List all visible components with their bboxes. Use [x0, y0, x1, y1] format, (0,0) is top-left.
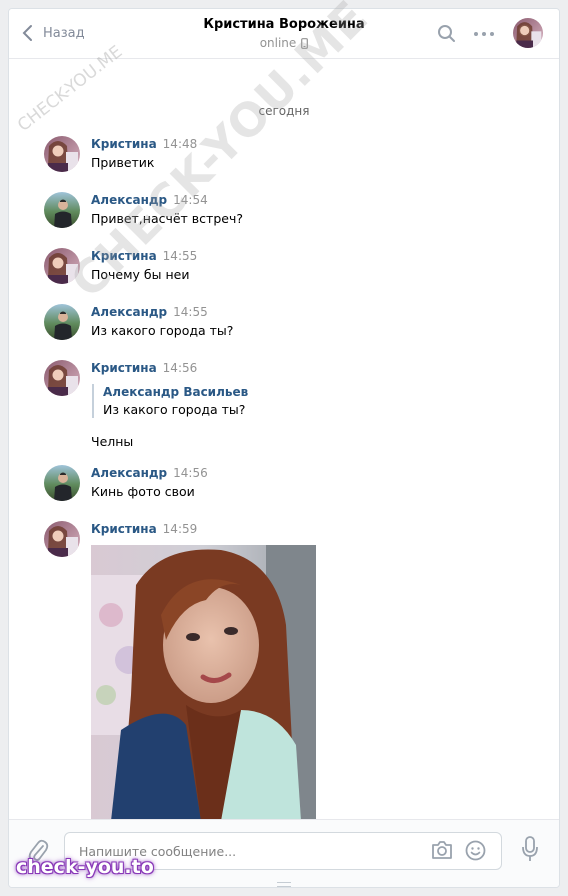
message-feed[interactable]: сегодня Кристина 14:48 Приветик Александр…	[9, 59, 559, 819]
attach-icon[interactable]	[27, 838, 49, 864]
online-status: online	[260, 36, 309, 50]
date-separator: сегодня	[258, 104, 310, 118]
message-time: 14:56	[173, 466, 208, 480]
more-icon[interactable]	[473, 25, 495, 43]
microphone-icon[interactable]	[521, 836, 539, 862]
message-author[interactable]: Александр	[91, 305, 167, 319]
chat-header: Назад Кристина Ворожеина online	[9, 9, 559, 59]
avatar[interactable]	[44, 304, 80, 340]
status-text: online	[259, 36, 297, 50]
message-time: 14:55	[173, 305, 208, 319]
message-item[interactable]: Александр 14:55 Из какого города ты?	[44, 304, 514, 340]
message-author[interactable]: Кристина	[91, 249, 157, 263]
phone-icon	[301, 37, 309, 49]
message-text: Челны	[91, 434, 134, 449]
avatar[interactable]	[44, 465, 80, 501]
message-text: Почему бы неи	[91, 267, 190, 282]
quote-author[interactable]: Александр Васильев	[103, 384, 514, 400]
camera-icon[interactable]	[431, 840, 453, 860]
message-time: 14:54	[173, 193, 208, 207]
message-item[interactable]: Кристина 14:56 Александр Васильев Из како…	[44, 360, 514, 450]
message-author[interactable]: Александр	[91, 466, 167, 480]
message-item[interactable]: Александр 14:54 Привет,насчёт встреч?	[44, 192, 514, 228]
message-author[interactable]: Кристина	[91, 522, 157, 536]
search-icon[interactable]	[437, 24, 456, 43]
message-time: 14:56	[162, 361, 198, 375]
message-text: Кинь фото свои	[91, 484, 195, 499]
message-item[interactable]: Александр 14:56 Кинь фото свои	[44, 465, 514, 501]
photo-attachment[interactable]	[91, 545, 316, 819]
resize-grip[interactable]	[277, 882, 291, 887]
message-item[interactable]: Кристина 14:55 Почему бы неи	[44, 248, 514, 284]
message-text: Привет,насчёт встреч?	[91, 211, 243, 226]
quote-text: Из какого города ты?	[103, 402, 246, 417]
message-author[interactable]: Кристина	[91, 137, 157, 151]
message-author[interactable]: Александр	[91, 193, 167, 207]
message-text: Приветик	[91, 155, 155, 170]
message-text: Из какого города ты?	[91, 323, 234, 338]
chat-window: Назад Кристина Ворожеина online сегодня …	[8, 8, 560, 888]
message-time: 14:48	[162, 137, 198, 151]
message-composer	[9, 819, 559, 887]
avatar[interactable]	[44, 136, 80, 172]
message-time: 14:59	[162, 522, 198, 536]
message-time: 14:55	[162, 249, 198, 263]
avatar[interactable]	[44, 360, 80, 396]
header-avatar[interactable]	[513, 18, 543, 48]
message-item[interactable]: Кристина 14:48 Приветик	[44, 136, 514, 172]
forwarded-quote[interactable]: Александр Васильев Из какого города ты?	[92, 384, 514, 418]
emoji-icon[interactable]	[465, 840, 486, 861]
avatar[interactable]	[44, 248, 80, 284]
message-input[interactable]	[79, 843, 411, 859]
message-item[interactable]: Кристина 14:59	[44, 521, 514, 819]
avatar[interactable]	[44, 192, 80, 228]
message-author[interactable]: Кристина	[91, 361, 157, 375]
avatar[interactable]	[44, 521, 80, 557]
